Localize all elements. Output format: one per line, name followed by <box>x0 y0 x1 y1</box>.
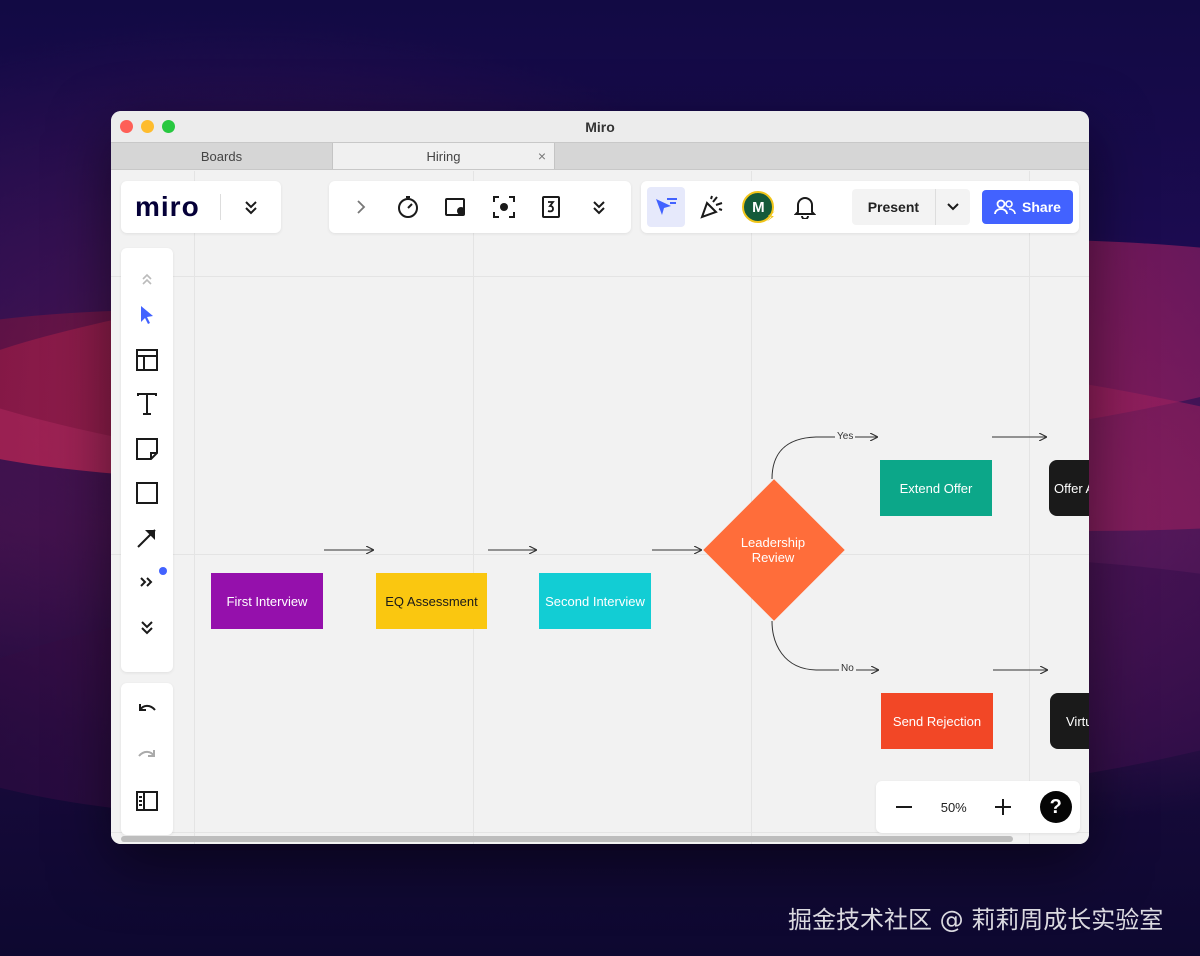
bell-icon <box>793 197 816 219</box>
zoom-level[interactable]: 50% <box>941 800 967 815</box>
focus-frame-icon <box>492 196 515 218</box>
zoom-panel: 50% ? <box>876 781 1080 833</box>
chevron-double-right-icon <box>140 577 153 587</box>
leadership-review-label: Leadership Review <box>740 535 806 565</box>
chevron-down-icon <box>947 203 959 211</box>
close-tab-icon[interactable]: × <box>538 148 546 164</box>
flow-node-offer-accepted[interactable]: Offer A <box>1049 460 1089 516</box>
share-label: Share <box>1022 199 1061 215</box>
window-title: Miro <box>585 118 615 135</box>
redo-icon <box>138 750 155 757</box>
collaboration-panel: M ⚡ Present Share <box>641 181 1079 233</box>
grid-line <box>473 171 474 844</box>
flow-node-first-interview[interactable]: First Interview <box>211 573 323 629</box>
users-icon <box>994 199 1016 215</box>
screen-share-button[interactable] <box>436 187 476 227</box>
tab-bar: Boards Hiring × <box>111 142 1089 170</box>
undo-icon <box>139 704 156 711</box>
flow-node-eq-assessment[interactable]: EQ Assessment <box>376 573 487 629</box>
grid-line <box>111 554 1089 555</box>
zoom-window-button[interactable] <box>162 120 175 133</box>
tab-label: Hiring <box>426 148 461 164</box>
edge-label-yes: Yes <box>835 431 856 442</box>
flow-node-send-rejection[interactable]: Send Rejection <box>881 693 993 749</box>
edge-label-no: No <box>839 663 856 674</box>
grid-line <box>1029 171 1030 844</box>
close-window-button[interactable] <box>120 120 133 133</box>
cursor-filter-icon <box>656 198 678 215</box>
screen-share-icon <box>445 198 466 216</box>
window-controls <box>120 120 175 133</box>
flow-node-second-interview[interactable]: Second Interview <box>539 573 651 629</box>
grid-line <box>111 276 1089 277</box>
text-tool[interactable] <box>127 385 167 424</box>
user-avatar[interactable]: M ⚡ <box>739 187 777 227</box>
chevron-double-down-icon <box>141 621 153 635</box>
miro-logo: miro <box>135 191 200 222</box>
cursor-icon <box>141 306 153 325</box>
chevron-double-up-icon <box>142 273 152 285</box>
text-icon <box>137 393 157 416</box>
voting-button[interactable] <box>531 187 571 227</box>
select-tool[interactable] <box>127 296 167 335</box>
cursor-mode-button[interactable] <box>647 187 686 227</box>
expand-tools-button[interactable] <box>341 187 381 227</box>
celebrate-button[interactable] <box>693 187 731 227</box>
layout-template-icon <box>136 348 158 371</box>
lightning-icon: ⚡ <box>766 209 776 224</box>
history-panel <box>121 683 173 835</box>
templates-tool[interactable] <box>127 341 167 380</box>
timer-button[interactable] <box>388 187 428 227</box>
timer-icon <box>398 196 419 218</box>
divider <box>219 194 221 220</box>
bring-to-me-button[interactable] <box>484 187 524 227</box>
minus-icon <box>896 806 913 808</box>
undo-button[interactable] <box>127 689 167 729</box>
arrow-icon <box>137 529 156 548</box>
app-window: Miro Boards Hiring × miro M ⚡ Present Sh… <box>111 111 1089 844</box>
logo-panel: miro <box>121 181 281 233</box>
horizontal-scrollbar[interactable] <box>121 836 1013 842</box>
flow-node-virtual[interactable]: Virtu <box>1050 693 1089 749</box>
frames-panel-button[interactable] <box>127 781 167 821</box>
chevron-right-icon <box>357 200 366 214</box>
minimize-window-button[interactable] <box>141 120 154 133</box>
sticky-note-icon <box>136 437 158 460</box>
expand-tools-button[interactable] <box>127 608 167 647</box>
connection-line-tool[interactable] <box>127 519 167 558</box>
help-button[interactable]: ? <box>1039 791 1072 823</box>
shape-tool[interactable] <box>127 474 167 513</box>
square-icon <box>136 482 158 505</box>
more-tools-button[interactable] <box>579 187 619 227</box>
present-button[interactable]: Present <box>852 189 937 225</box>
present-group: Present <box>851 189 971 225</box>
redo-button[interactable] <box>127 735 167 775</box>
plus-icon <box>995 799 1012 815</box>
zoom-out-button[interactable] <box>884 787 924 827</box>
tab-label: Boards <box>200 148 243 164</box>
sidebar-panel-icon <box>136 791 158 811</box>
board-tools-panel <box>329 181 631 233</box>
watermark: 掘金技术社区 @ 莉莉周成长实验室 <box>788 906 1164 934</box>
notification-dot <box>159 567 167 575</box>
notifications-button[interactable] <box>786 187 824 227</box>
vote-count-icon <box>542 196 561 218</box>
titlebar: Miro <box>111 111 1089 142</box>
chevron-double-down-icon <box>593 201 605 215</box>
chevron-double-down-icon <box>244 201 257 215</box>
share-button[interactable]: Share <box>982 190 1073 224</box>
tab-hiring[interactable]: Hiring × <box>333 143 555 169</box>
grid-line <box>194 171 195 844</box>
sticky-note-tool[interactable] <box>127 430 167 469</box>
creation-toolbar <box>121 248 173 672</box>
more-apps-tool[interactable] <box>127 563 167 602</box>
tab-boards[interactable]: Boards <box>111 143 333 169</box>
present-options-button[interactable] <box>936 189 970 225</box>
board-menu-button[interactable] <box>239 187 263 227</box>
collapse-toolbar-button[interactable] <box>127 268 167 290</box>
party-popper-icon <box>700 195 723 219</box>
flow-node-extend-offer[interactable]: Extend Offer <box>880 460 992 516</box>
zoom-in-button[interactable] <box>983 787 1023 827</box>
